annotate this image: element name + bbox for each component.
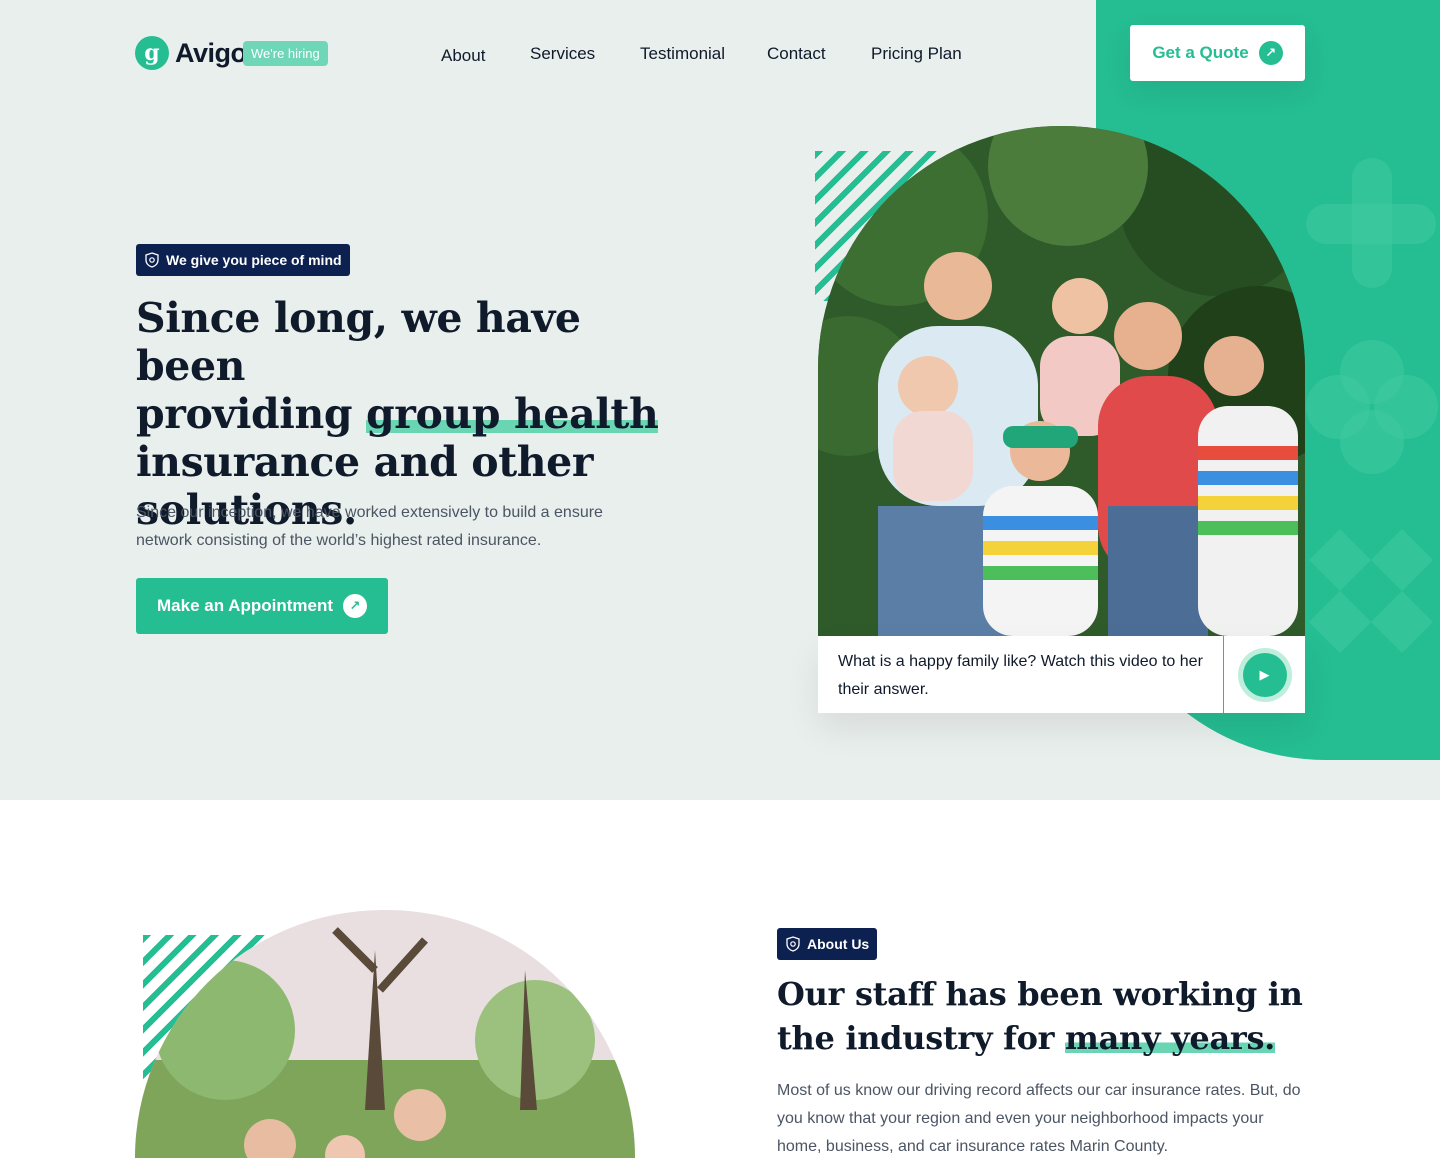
hero-description: Since our inception, we have worked exte… <box>136 504 603 549</box>
nav-pricing-plan[interactable]: Pricing Plan <box>871 44 962 64</box>
diamond-shape <box>1308 528 1372 592</box>
nav-about[interactable]: About <box>441 46 485 66</box>
hero-title-line2-pre: providing <box>136 390 367 438</box>
make-appointment-label: Make an Appointment <box>157 596 333 615</box>
diamond-shape <box>1370 590 1434 654</box>
about-title: Our staff has been working in the indust… <box>777 972 1307 1060</box>
nav-testimonial[interactable]: Testimonial <box>640 44 725 64</box>
clover-shape <box>1374 375 1438 439</box>
about-badge: About Us <box>777 928 878 960</box>
clover-shape <box>1306 375 1370 439</box>
family-photo <box>818 126 1305 636</box>
hero-badge: We give you piece of mind <box>136 244 350 276</box>
nav-services[interactable]: Services <box>530 44 595 64</box>
play-icon: ▶ <box>1259 666 1270 682</box>
get-a-quote-button[interactable]: Get a Quote ↗ <box>1130 25 1305 81</box>
hero-title-line3: insurance and other <box>136 438 594 486</box>
hero-title: Since long, we have been providing group… <box>136 294 696 534</box>
about-badge-label: About Us <box>807 936 870 952</box>
hero-section: g Avigo We're hiring About Services Test… <box>0 0 1440 800</box>
hiring-badge[interactable]: We're hiring <box>243 41 328 66</box>
logo-mark-icon: g <box>135 36 169 70</box>
brand-logo[interactable]: g Avigo <box>135 36 247 70</box>
play-button-wrap: ▶ <box>1223 636 1305 713</box>
diamond-shape <box>1370 528 1434 592</box>
play-video-button[interactable]: ▶ <box>1242 652 1287 697</box>
family-photo-illustration <box>818 126 1305 636</box>
shield-icon <box>145 252 159 268</box>
hero-title-line1: Since long, we have been <box>136 294 581 390</box>
get-a-quote-label: Get a Quote <box>1152 43 1249 62</box>
make-appointment-button[interactable]: Make an Appointment ↗ <box>136 578 388 634</box>
about-title-highlight: many years. <box>1065 1019 1276 1057</box>
video-caption-card: What is a happy family like? Watch this … <box>818 636 1305 713</box>
brand-name: Avigo <box>175 37 247 68</box>
flower-shape <box>1306 204 1436 244</box>
nav-contact[interactable]: Contact <box>767 44 826 64</box>
arrow-up-right-icon: ↗ <box>1258 41 1283 65</box>
hero-badge-label: We give you piece of mind <box>166 252 342 268</box>
video-caption-text: What is a happy family like? Watch this … <box>838 653 1203 698</box>
about-description: Most of us know our driving record affec… <box>777 1082 1301 1155</box>
diamond-shape <box>1308 590 1372 654</box>
shield-icon <box>786 936 800 952</box>
hero-title-line2: providing group health <box>136 390 696 438</box>
hero-title-highlight: group health <box>366 390 659 438</box>
arrow-up-right-icon: ↗ <box>343 594 367 618</box>
